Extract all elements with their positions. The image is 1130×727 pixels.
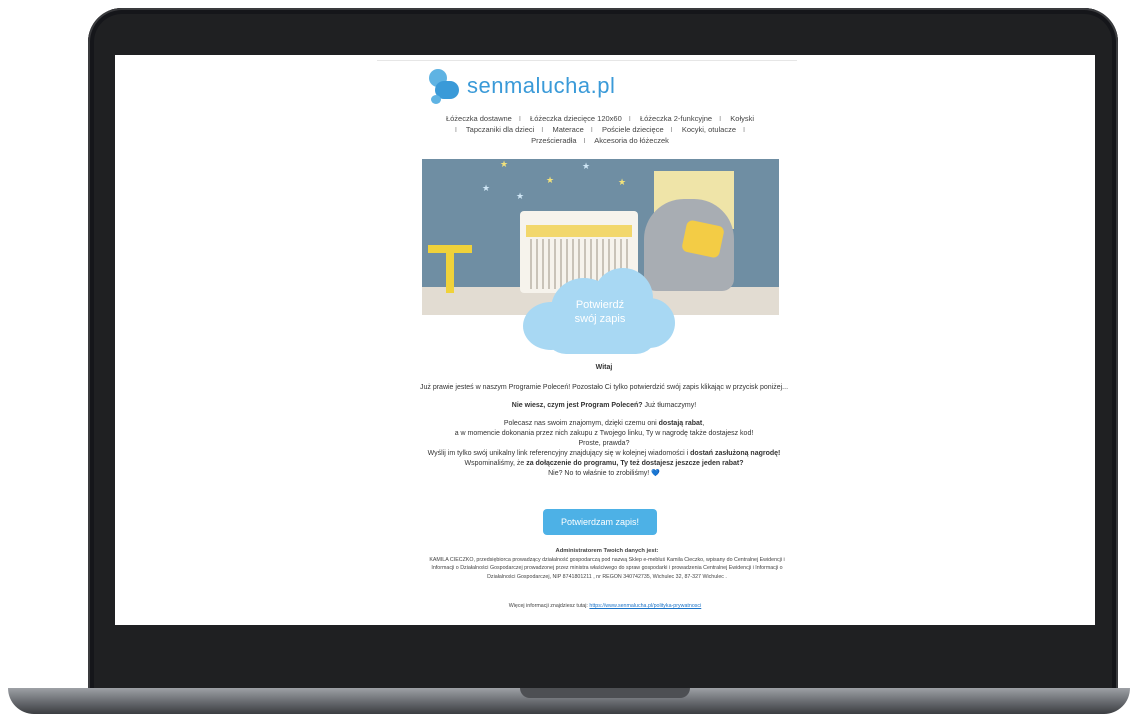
side-table-leg xyxy=(446,253,454,293)
email-screen: senmalucha.pl Łóżeczka dostawne I Łóżeczk… xyxy=(115,55,1095,625)
heart-icon: 💙 xyxy=(651,470,660,477)
nav-link[interactable]: Łóżeczka dostawne xyxy=(446,114,512,123)
star-icon: ★ xyxy=(482,183,491,193)
nav-separator: I xyxy=(670,125,673,134)
nav-link[interactable]: Łóżeczka dziecięce 120x60 xyxy=(530,114,622,123)
email-body: Witaj Już prawie jesteś w naszym Program… xyxy=(417,363,791,479)
baby-icon xyxy=(427,67,461,105)
nav-separator: I xyxy=(628,114,631,123)
star-icon: ★ xyxy=(618,177,627,187)
nav-link[interactable]: Kołyski xyxy=(730,114,754,123)
question-text: Nie wiesz, czym jest Program Poleceń? Ju… xyxy=(511,402,697,409)
nav-separator: I xyxy=(719,114,722,123)
admin-heading: Administratorem Twoich danych jest: xyxy=(555,548,659,554)
nav-link[interactable]: Pościele dziecięce xyxy=(602,125,664,134)
star-icon: ★ xyxy=(546,175,555,185)
nav-link[interactable]: Prześcieradła xyxy=(531,136,576,145)
divider xyxy=(377,60,797,61)
nav-separator: I xyxy=(518,114,521,123)
nav-separator: I xyxy=(454,125,457,134)
side-table xyxy=(428,245,472,253)
intro-text: Już prawie jesteś w naszym Programie Pol… xyxy=(419,384,789,391)
admin-text: KAMILA CIECZKO, przedsiębiorca prowadząc… xyxy=(429,556,785,580)
data-administrator-info: Administratorem Twoich danych jest: KAMI… xyxy=(425,547,789,581)
privacy-policy-link[interactable]: https://www.senmalucha.pl/polityka-prywa… xyxy=(589,603,701,609)
star-icon: ★ xyxy=(582,161,591,171)
nav-link[interactable]: Tapczaniki dla dzieci xyxy=(466,125,534,134)
nav-separator: I xyxy=(743,125,746,134)
category-nav: Łóżeczka dostawne I Łóżeczka dziecięce 12… xyxy=(425,113,775,146)
nav-link[interactable]: Kocyki, otulacze xyxy=(682,125,736,134)
star-icon: ★ xyxy=(516,191,525,201)
star-icon: ★ xyxy=(500,159,509,169)
nav-separator: I xyxy=(590,125,593,134)
explanation-text: Polecasz nas swoim znajomym, dzięki czem… xyxy=(427,420,781,477)
brand-name: senmalucha.pl xyxy=(467,73,616,98)
confirm-subscription-button[interactable]: Potwierdzam zapis! xyxy=(543,509,657,535)
nav-link[interactable]: Łóżeczka 2-funkcyjne xyxy=(640,114,712,123)
hero-cta-text: Potwierdź swój zapis xyxy=(574,299,626,325)
nav-link[interactable]: Materace xyxy=(552,125,583,134)
brand-logo[interactable]: senmalucha.pl xyxy=(427,67,615,105)
nav-separator: I xyxy=(541,125,544,134)
nav-link[interactable]: Akcesoria do łóżeczek xyxy=(594,136,669,145)
privacy-info: Więcej informacji znajdziesz tutaj: http… xyxy=(508,603,702,609)
greeting: Witaj xyxy=(595,364,613,371)
laptop-notch xyxy=(520,688,690,698)
nav-separator: I xyxy=(583,136,586,145)
